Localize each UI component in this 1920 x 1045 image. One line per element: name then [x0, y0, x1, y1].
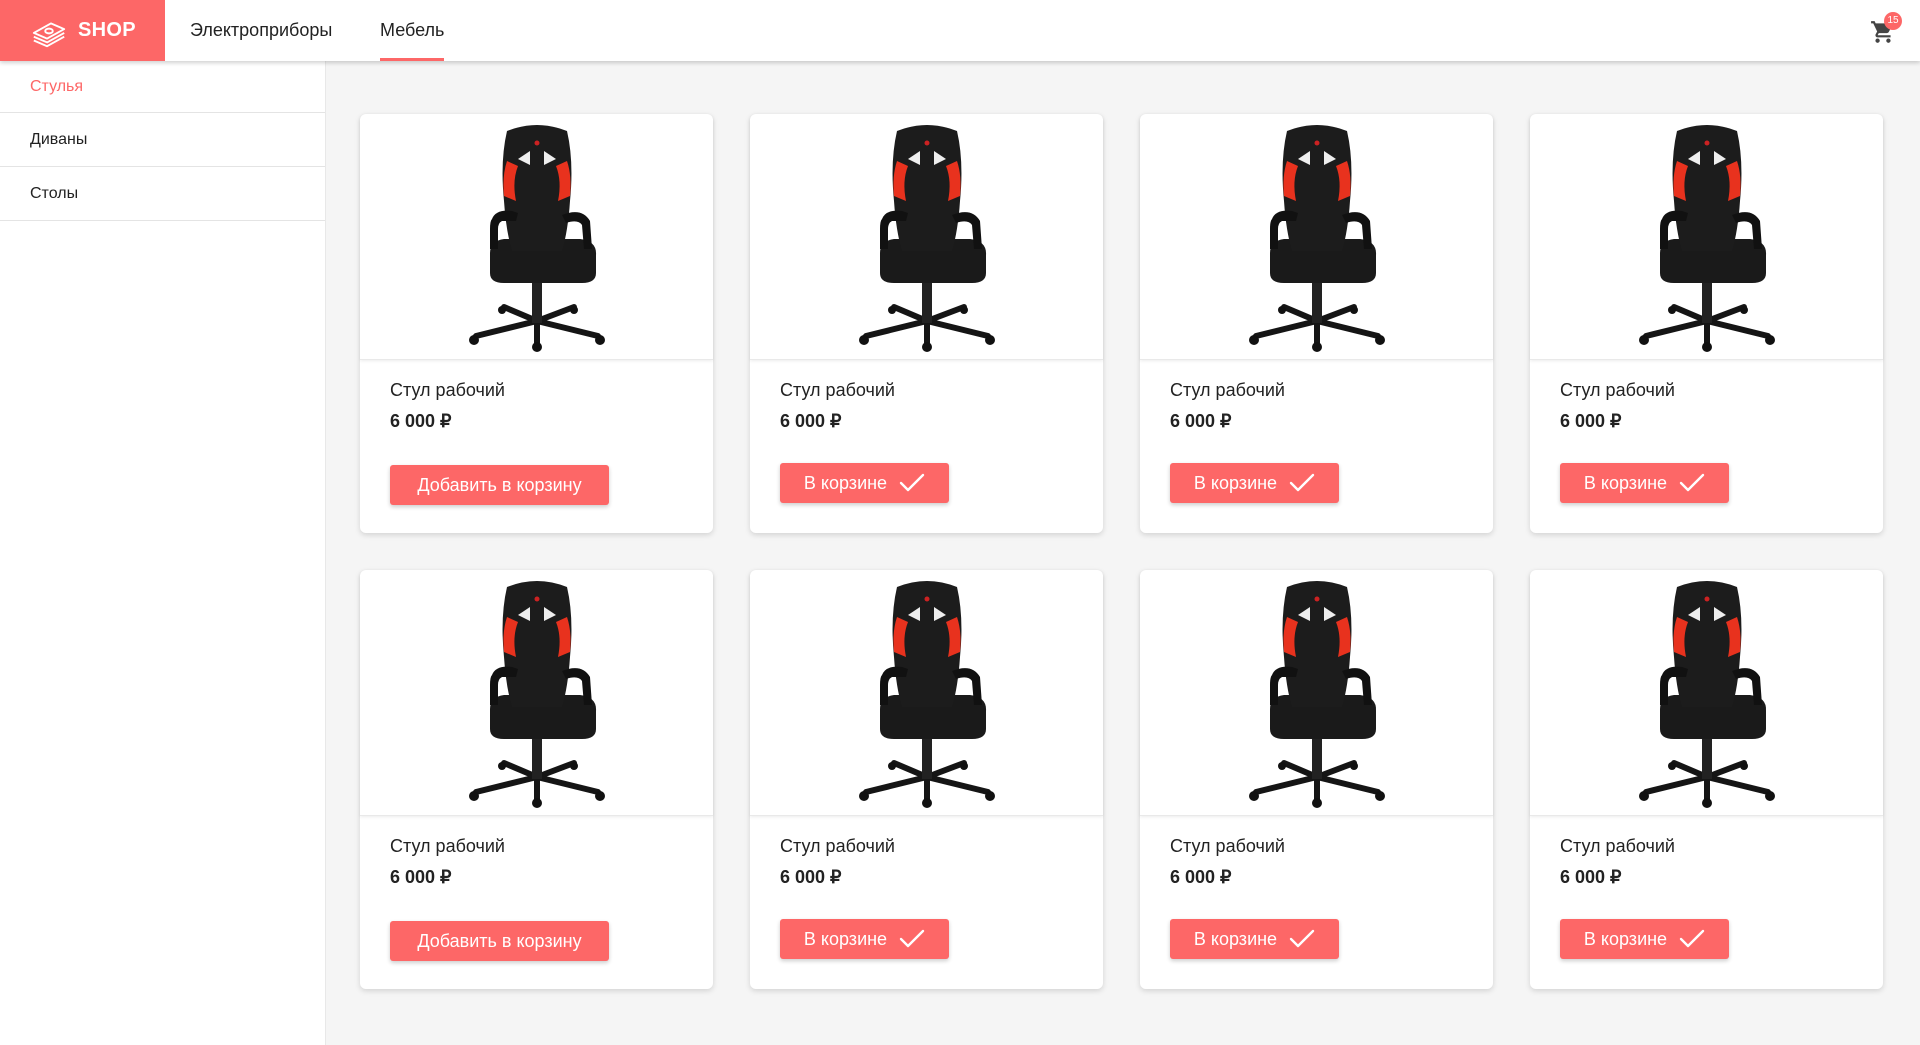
product-title: Стул рабочий — [1560, 836, 1675, 856]
product-price: 6 000 ₽ — [1560, 867, 1622, 887]
office-chair-image — [1248, 580, 1385, 808]
product-image[interactable] — [1140, 570, 1493, 816]
product-image[interactable] — [750, 114, 1103, 360]
in-cart-button[interactable]: В корзине — [780, 463, 949, 503]
product-title: Стул рабочий — [1170, 380, 1285, 400]
in-cart-button[interactable]: В корзине — [1560, 463, 1729, 503]
office-chair-image — [858, 124, 995, 352]
button-label: В корзине — [803, 928, 888, 949]
sidebar-item-sofas[interactable]: Диваны — [0, 113, 325, 167]
product-price: 6 000 ₽ — [1170, 867, 1232, 887]
in-cart-button[interactable]: В корзине — [1170, 919, 1339, 959]
product-image[interactable] — [750, 570, 1103, 816]
check-icon — [1679, 473, 1705, 492]
product-image[interactable] — [1530, 570, 1883, 816]
sidebar-item-chairs[interactable]: Стулья — [0, 61, 325, 113]
product-image[interactable] — [1530, 114, 1883, 360]
cart-button[interactable]: 15 — [1870, 12, 1902, 47]
office-chair-image — [858, 580, 995, 808]
in-cart-button[interactable]: В корзине — [1170, 463, 1339, 503]
product-title: Стул рабочий — [390, 836, 505, 856]
product-card[interactable]: Стул рабочий 6 000 ₽ В корзине — [750, 570, 1103, 989]
product-title: Стул рабочий — [780, 836, 895, 856]
product-card[interactable]: Стул рабочий 6 000 ₽ В корзине — [1530, 114, 1883, 533]
product-card[interactable]: Стул рабочий 6 000 ₽ В корзине — [1530, 570, 1883, 989]
office-chair-image — [1248, 124, 1385, 352]
add-to-cart-button[interactable]: Добавить в корзину — [390, 921, 609, 961]
logo-text: SHOP — [78, 19, 136, 41]
check-icon — [1289, 929, 1315, 948]
tab-electro[interactable]: Электроприборы — [190, 0, 332, 61]
button-label: Добавить в корзину — [417, 474, 582, 495]
button-label: Добавить в корзину — [417, 930, 582, 951]
product-title: Стул рабочий — [1170, 836, 1285, 856]
office-chair-image — [468, 580, 605, 808]
product-title: Стул рабочий — [390, 380, 505, 400]
product-price: 6 000 ₽ — [780, 411, 842, 431]
top-bar: SHOP Электроприборы Мебель 15 — [0, 0, 1920, 61]
product-grid: Стул рабочий 6 000 ₽ Добавить в корзину — [360, 114, 1883, 989]
money-stack-icon — [32, 21, 66, 47]
check-icon — [1289, 473, 1315, 492]
button-label: В корзине — [1583, 928, 1668, 949]
logo[interactable]: SHOP — [0, 0, 165, 61]
product-card[interactable]: Стул рабочий 6 000 ₽ В корзине — [1140, 570, 1493, 989]
button-label: В корзине — [1193, 928, 1278, 949]
product-card[interactable]: Стул рабочий 6 000 ₽ Добавить в корзину — [360, 570, 713, 989]
add-to-cart-button[interactable]: Добавить в корзину — [390, 465, 609, 505]
product-card[interactable]: Стул рабочий 6 000 ₽ Добавить в корзину — [360, 114, 713, 533]
product-card[interactable]: Стул рабочий 6 000 ₽ В корзине — [750, 114, 1103, 533]
product-price: 6 000 ₽ — [390, 411, 452, 431]
product-title: Стул рабочий — [780, 380, 895, 400]
in-cart-button[interactable]: В корзине — [1560, 919, 1729, 959]
product-price: 6 000 ₽ — [1560, 411, 1622, 431]
check-icon — [899, 473, 925, 492]
product-image[interactable] — [1140, 114, 1493, 360]
button-label: В корзине — [1583, 472, 1668, 493]
cart-count-badge: 15 — [1884, 12, 1902, 30]
check-icon — [899, 929, 925, 948]
product-image[interactable] — [360, 570, 713, 816]
product-price: 6 000 ₽ — [780, 867, 842, 887]
product-title: Стул рабочий — [1560, 380, 1675, 400]
button-label: В корзине — [803, 472, 888, 493]
product-image[interactable] — [360, 114, 713, 360]
tab-furniture[interactable]: Мебель — [380, 0, 445, 61]
button-label: В корзине — [1193, 472, 1278, 493]
product-price: 6 000 ₽ — [390, 867, 452, 887]
product-card[interactable]: Стул рабочий 6 000 ₽ В корзине — [1140, 114, 1493, 533]
office-chair-image — [1638, 124, 1775, 352]
sidebar-item-tables[interactable]: Столы — [0, 167, 325, 221]
check-icon — [1679, 929, 1705, 948]
sidebar: Стулья Диваны Столы — [0, 61, 326, 1045]
office-chair-image — [1638, 580, 1775, 808]
product-price: 6 000 ₽ — [1170, 411, 1232, 431]
in-cart-button[interactable]: В корзине — [780, 919, 949, 959]
office-chair-image — [468, 124, 605, 352]
